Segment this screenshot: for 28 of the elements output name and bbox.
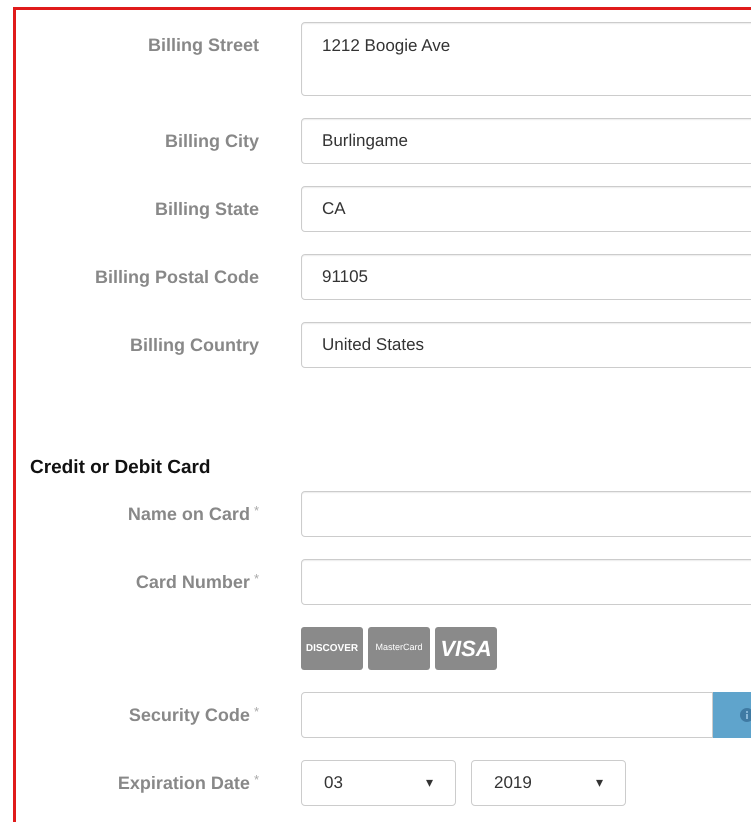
field-label: Billing Street [148,34,259,57]
section-heading: Credit or Debit Card [30,456,212,480]
field-label: Card Number [136,570,250,594]
field-label: Billing City [165,130,259,153]
street-field[interactable]: 1212 Boogie Ave [301,22,751,96]
input-field[interactable]: United States [301,322,751,368]
required-mark: * [254,502,259,520]
required-mark: * [254,702,259,720]
field-label: Security Code [128,704,250,727]
required-mark: * [254,570,259,588]
input-field[interactable]: CA [301,186,751,232]
field-label: Billing State [154,198,259,221]
dropdown[interactable]: 03 ▾ [301,760,456,806]
info-icon [740,708,751,722]
field-label: Expiration Date [118,772,250,795]
field-label: Billing Country [130,334,259,357]
input-field[interactable]: 91105 [301,254,751,300]
input-field[interactable] [301,558,751,604]
card-logo: VISA [435,626,497,670]
required-mark: * [254,770,259,788]
field-label: Name on Card [128,502,250,526]
field-label: Billing Postal Code [94,266,259,289]
security-code-field[interactable] [301,692,713,738]
dropdown[interactable]: 2019 ▾ [471,760,626,806]
card-logo: MasterCard [368,626,430,670]
card-logo: DISCOVER [301,626,363,670]
input-field[interactable] [301,490,751,536]
input-field[interactable]: Burlingame [301,118,751,164]
